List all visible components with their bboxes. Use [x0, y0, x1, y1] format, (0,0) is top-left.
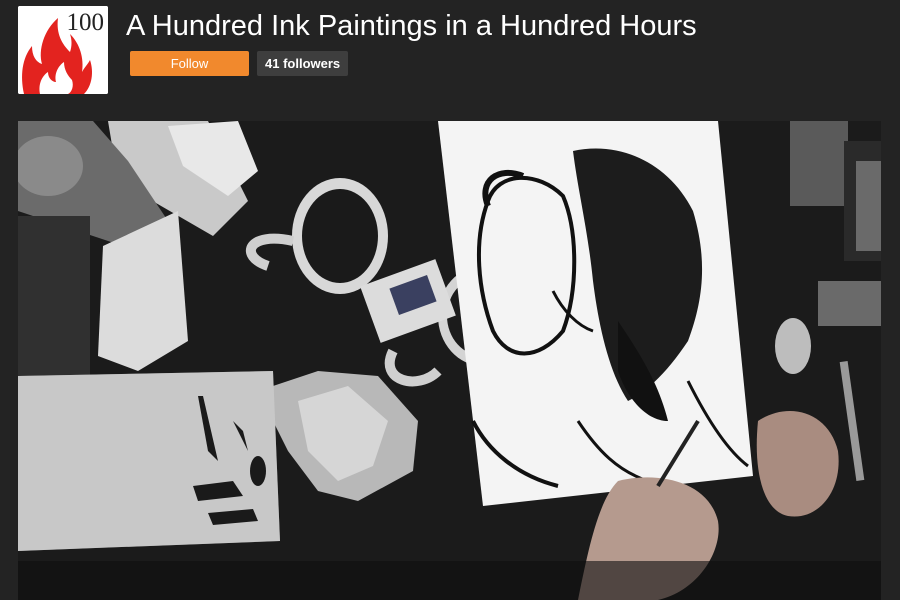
followers-count-badge[interactable]: 41 followers — [257, 51, 349, 76]
logo-number: 100 — [67, 9, 105, 36]
channel-page: 100 A Hundred Ink Paintings in a Hundred… — [0, 0, 900, 600]
video-frame — [18, 121, 881, 600]
channel-logo[interactable]: 100 — [18, 6, 108, 94]
video-player[interactable] — [18, 121, 881, 600]
follow-button[interactable]: Follow — [130, 51, 249, 76]
channel-title: A Hundred Ink Paintings in a Hundred Hou… — [126, 10, 697, 42]
flame-icon: 100 — [18, 6, 108, 94]
